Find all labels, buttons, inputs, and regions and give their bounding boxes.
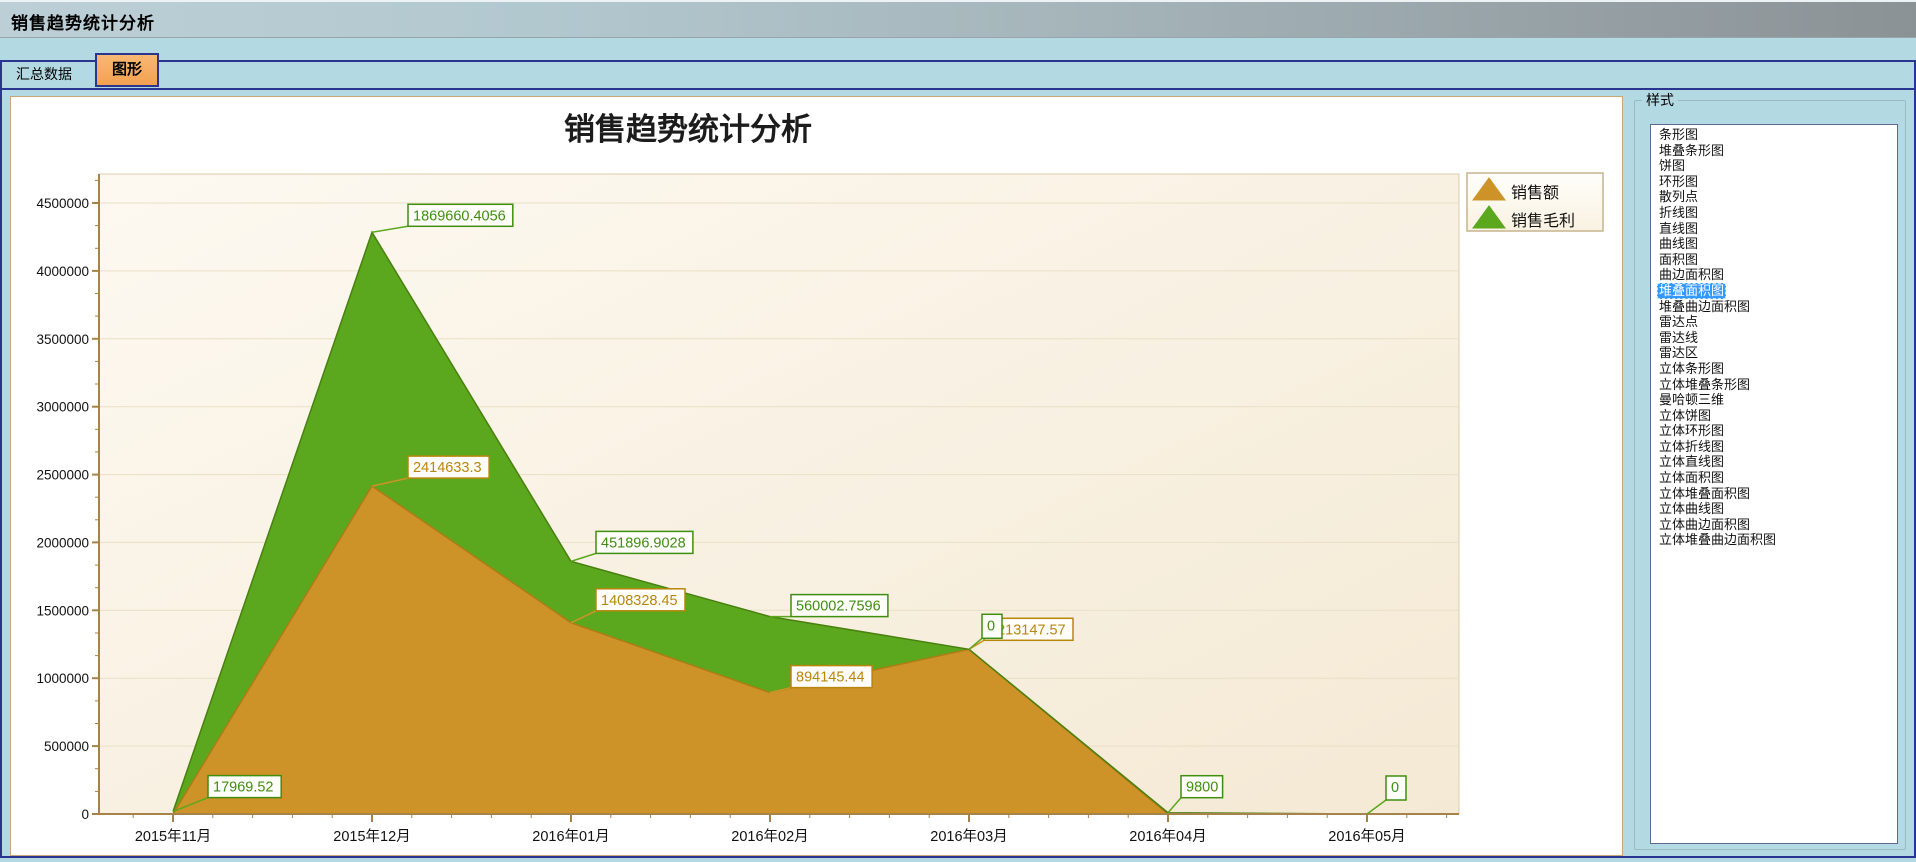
style-option[interactable]: 立体堆叠条形图: [1657, 377, 1752, 393]
x-axis-label: 2015年12月: [333, 828, 410, 845]
x-axis-label: 2015年11月: [135, 828, 211, 845]
style-option[interactable]: 散列点: [1657, 189, 1700, 205]
style-option[interactable]: 立体环形图: [1657, 423, 1726, 439]
svg-text:3500000: 3500000: [36, 332, 89, 347]
data-label: 9800: [1186, 780, 1218, 796]
style-option[interactable]: 直线图: [1657, 221, 1700, 237]
style-option[interactable]: 立体饼图: [1657, 408, 1713, 424]
style-option[interactable]: 立体曲线图: [1657, 501, 1726, 517]
data-label: 451896.9028: [601, 535, 686, 551]
style-option[interactable]: 立体条形图: [1657, 361, 1726, 377]
trend-chart-svg: 0 500000 1000000 1500000 2000000 2500000 30000…: [11, 97, 1622, 855]
svg-text:销售额: 销售额: [1511, 184, 1559, 202]
x-axis-label: 2016年02月: [731, 828, 808, 845]
data-label: 0: [987, 618, 995, 634]
x-axis-label: 2016年04月: [1129, 828, 1206, 845]
style-listbox[interactable]: 条形图堆叠条形图饼图环形图散列点折线图直线图曲线图面积图曲边面积图堆叠面积图堆叠…: [1650, 124, 1898, 844]
svg-text:4000000: 4000000: [36, 264, 89, 279]
style-option[interactable]: 立体曲边面积图: [1657, 517, 1752, 533]
tab-summary-data[interactable]: 汇总数据: [12, 63, 76, 85]
data-label: 560002.7596: [796, 599, 881, 615]
style-option[interactable]: 立体直线图: [1657, 454, 1726, 470]
style-option[interactable]: 堆叠曲边面积图: [1657, 299, 1752, 315]
style-option[interactable]: 雷达区: [1657, 345, 1700, 361]
style-option[interactable]: 立体堆叠曲边面积图: [1657, 532, 1778, 548]
data-label: 894145.44: [796, 670, 865, 686]
tab-graph[interactable]: 图形: [95, 53, 159, 87]
style-group-title: 样式: [1642, 90, 1678, 110]
tab-page-border: [0, 88, 1916, 90]
style-option[interactable]: 曲边面积图: [1657, 267, 1726, 283]
window-titlebar: 销售趋势统计分析: [0, 0, 1916, 38]
style-option[interactable]: 折线图: [1657, 205, 1700, 221]
x-axis-label: 2016年05月: [1328, 828, 1405, 845]
x-axis-label: 2016年01月: [532, 828, 609, 845]
svg-text:1000000: 1000000: [36, 671, 89, 686]
style-option-selected[interactable]: 堆叠面积图: [1657, 283, 1726, 299]
chart-legend: 销售额销售毛利: [1467, 173, 1603, 231]
svg-text:2500000: 2500000: [36, 468, 89, 483]
style-option[interactable]: 条形图: [1657, 127, 1700, 143]
data-label: 17969.52: [213, 780, 273, 796]
data-label: 2414633.3: [413, 460, 482, 476]
chart-title: 销售趋势统计分析: [564, 112, 812, 147]
style-option[interactable]: 曲线图: [1657, 236, 1700, 252]
style-option[interactable]: 曼哈顿三维: [1657, 392, 1726, 408]
style-option[interactable]: 环形图: [1657, 174, 1700, 190]
chart-canvas: 0 500000 1000000 1500000 2000000 2500000 30000…: [11, 97, 1622, 860]
svg-text:500000: 500000: [44, 739, 89, 754]
style-option[interactable]: 立体折线图: [1657, 439, 1726, 455]
svg-text:2000000: 2000000: [36, 535, 89, 550]
style-option[interactable]: 饼图: [1657, 158, 1687, 174]
style-option[interactable]: 立体面积图: [1657, 470, 1726, 486]
chart-panel: 0 500000 1000000 1500000 2000000 2500000 30000…: [10, 96, 1623, 856]
svg-text:1500000: 1500000: [36, 603, 89, 618]
svg-text:销售毛利: 销售毛利: [1511, 212, 1575, 230]
style-option[interactable]: 立体堆叠面积图: [1657, 486, 1752, 502]
style-option[interactable]: 堆叠条形图: [1657, 143, 1726, 159]
style-option[interactable]: 雷达线: [1657, 330, 1700, 346]
data-label: 0: [1391, 780, 1399, 796]
svg-text:3000000: 3000000: [36, 400, 89, 415]
x-axis-label: 2016年03月: [930, 828, 1007, 845]
data-label: 1408328.45: [601, 593, 678, 609]
data-label: 1869660.4056: [413, 208, 506, 224]
window-title: 销售趋势统计分析: [11, 9, 155, 34]
style-option[interactable]: 面积图: [1657, 252, 1700, 268]
svg-text:4500000: 4500000: [36, 196, 89, 211]
style-option[interactable]: 雷达点: [1657, 314, 1700, 330]
svg-text:0: 0: [81, 807, 89, 822]
